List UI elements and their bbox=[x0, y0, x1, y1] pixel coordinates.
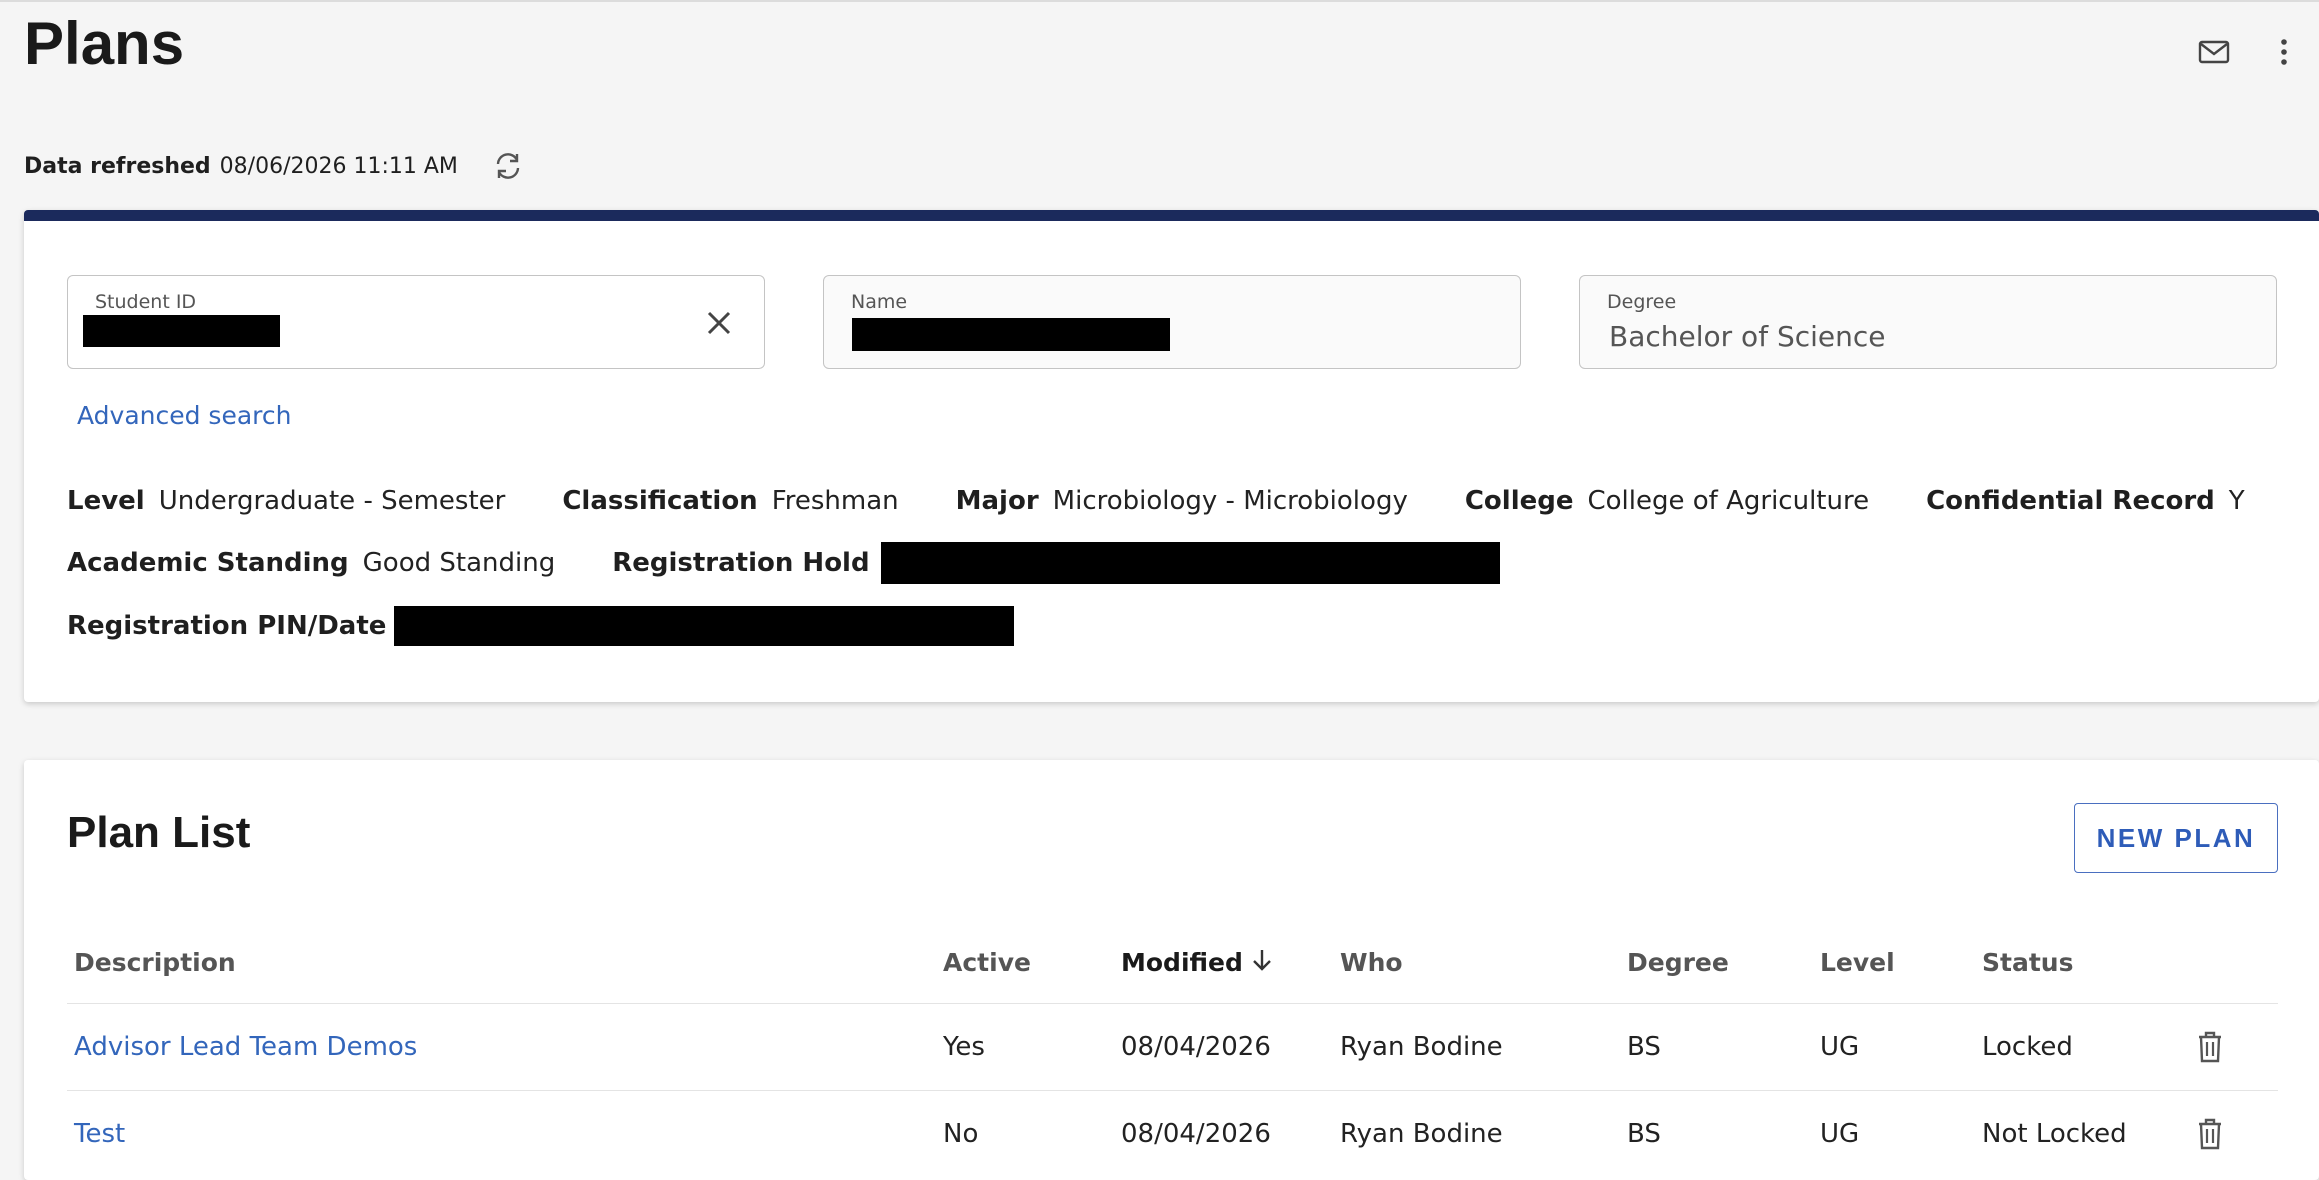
degree-field[interactable]: Degree Bachelor of Science bbox=[1579, 275, 2277, 369]
cell-modified: 08/04/2026 bbox=[1121, 1119, 1271, 1149]
name-label: Name bbox=[851, 291, 908, 313]
student-attributes-row-1: Level Undergraduate - Semester Classific… bbox=[67, 481, 2302, 521]
page-title: Plans bbox=[24, 10, 185, 77]
redacted-registration-hold bbox=[880, 542, 1500, 584]
degree-label: Degree bbox=[1607, 291, 1677, 313]
more-vertical-icon[interactable] bbox=[2264, 32, 2304, 72]
registration-hold-label: Registration Hold bbox=[612, 548, 870, 578]
classification-label: Classification bbox=[562, 486, 758, 516]
cell-level: UG bbox=[1820, 1119, 1860, 1149]
level-value: Undergraduate - Semester bbox=[158, 486, 506, 516]
new-plan-button[interactable]: NEW PLAN bbox=[2074, 803, 2278, 873]
refresh-label: Data refreshed bbox=[24, 153, 211, 179]
mail-icon[interactable] bbox=[2194, 32, 2234, 72]
col-header-description[interactable]: Description bbox=[74, 945, 236, 981]
student-info-card: Student ID Name Degree Bachelor of Scien… bbox=[24, 210, 2319, 702]
col-header-modified[interactable]: Modified bbox=[1121, 945, 1273, 981]
redacted-name bbox=[852, 318, 1170, 351]
arrow-down-icon bbox=[1251, 946, 1273, 982]
top-divider bbox=[0, 0, 2319, 2]
academic-standing-label: Academic Standing bbox=[67, 548, 349, 578]
col-header-degree[interactable]: Degree bbox=[1627, 945, 1729, 981]
redacted-registration-pin bbox=[394, 606, 1015, 646]
confidential-record-label: Confidential Record bbox=[1926, 486, 2215, 516]
cell-active: Yes bbox=[943, 1032, 985, 1062]
cell-status: Not Locked bbox=[1982, 1119, 2127, 1149]
col-header-status[interactable]: Status bbox=[1982, 945, 2073, 981]
trash-icon[interactable] bbox=[2190, 1027, 2230, 1067]
plan-description-link[interactable]: Test bbox=[74, 1091, 125, 1177]
name-field[interactable]: Name bbox=[823, 275, 1521, 369]
cell-who: Ryan Bodine bbox=[1340, 1119, 1503, 1149]
student-id-label: Student ID bbox=[95, 291, 197, 313]
level-label: Level bbox=[67, 486, 145, 516]
cell-degree: BS bbox=[1627, 1119, 1661, 1149]
close-icon[interactable] bbox=[700, 304, 738, 342]
student-attributes-row-3: Registration PIN/Date bbox=[67, 606, 1015, 646]
data-refresh-status: Data refreshed 08/06/2026 11:11 AM bbox=[24, 146, 528, 186]
table-row: Advisor Lead Team Demos Yes 08/04/2026 R… bbox=[24, 1004, 2319, 1090]
confidential-record-value: Y bbox=[2228, 486, 2245, 516]
advanced-search-link[interactable]: Advanced search bbox=[77, 401, 291, 430]
college-value: College of Agriculture bbox=[1587, 486, 1870, 516]
cell-degree: BS bbox=[1627, 1032, 1661, 1062]
refresh-icon[interactable] bbox=[488, 146, 528, 186]
col-header-who[interactable]: Who bbox=[1340, 945, 1403, 981]
student-attributes-row-2: Academic Standing Good Standing Registra… bbox=[67, 542, 1500, 584]
col-header-modified-label: Modified bbox=[1121, 948, 1243, 977]
col-header-active[interactable]: Active bbox=[943, 945, 1031, 981]
academic-standing-value: Good Standing bbox=[362, 548, 556, 578]
refresh-timestamp: 08/06/2026 11:11 AM bbox=[219, 153, 458, 179]
major-label: Major bbox=[955, 486, 1039, 516]
cell-level: UG bbox=[1820, 1032, 1860, 1062]
col-header-level[interactable]: Level bbox=[1820, 945, 1895, 981]
table-row: Test No 08/04/2026 Ryan Bodine BS UG Not… bbox=[24, 1091, 2319, 1177]
college-label: College bbox=[1464, 486, 1574, 516]
cell-active: No bbox=[943, 1119, 979, 1149]
registration-pin-label: Registration PIN/Date bbox=[67, 611, 387, 641]
plan-list-card: Plan List NEW PLAN Description Active Mo… bbox=[24, 760, 2319, 1180]
major-value: Microbiology - Microbiology bbox=[1052, 486, 1408, 516]
plan-list-title: Plan List bbox=[67, 808, 251, 857]
degree-value: Bachelor of Science bbox=[1609, 320, 1886, 353]
trash-icon[interactable] bbox=[2190, 1114, 2230, 1154]
plan-description-link[interactable]: Advisor Lead Team Demos bbox=[74, 1004, 417, 1090]
cell-status: Locked bbox=[1982, 1032, 2073, 1062]
student-id-field[interactable]: Student ID bbox=[67, 275, 765, 369]
redacted-student-id bbox=[83, 315, 280, 347]
cell-modified: 08/04/2026 bbox=[1121, 1032, 1271, 1062]
cell-who: Ryan Bodine bbox=[1340, 1032, 1503, 1062]
classification-value: Freshman bbox=[771, 486, 899, 516]
